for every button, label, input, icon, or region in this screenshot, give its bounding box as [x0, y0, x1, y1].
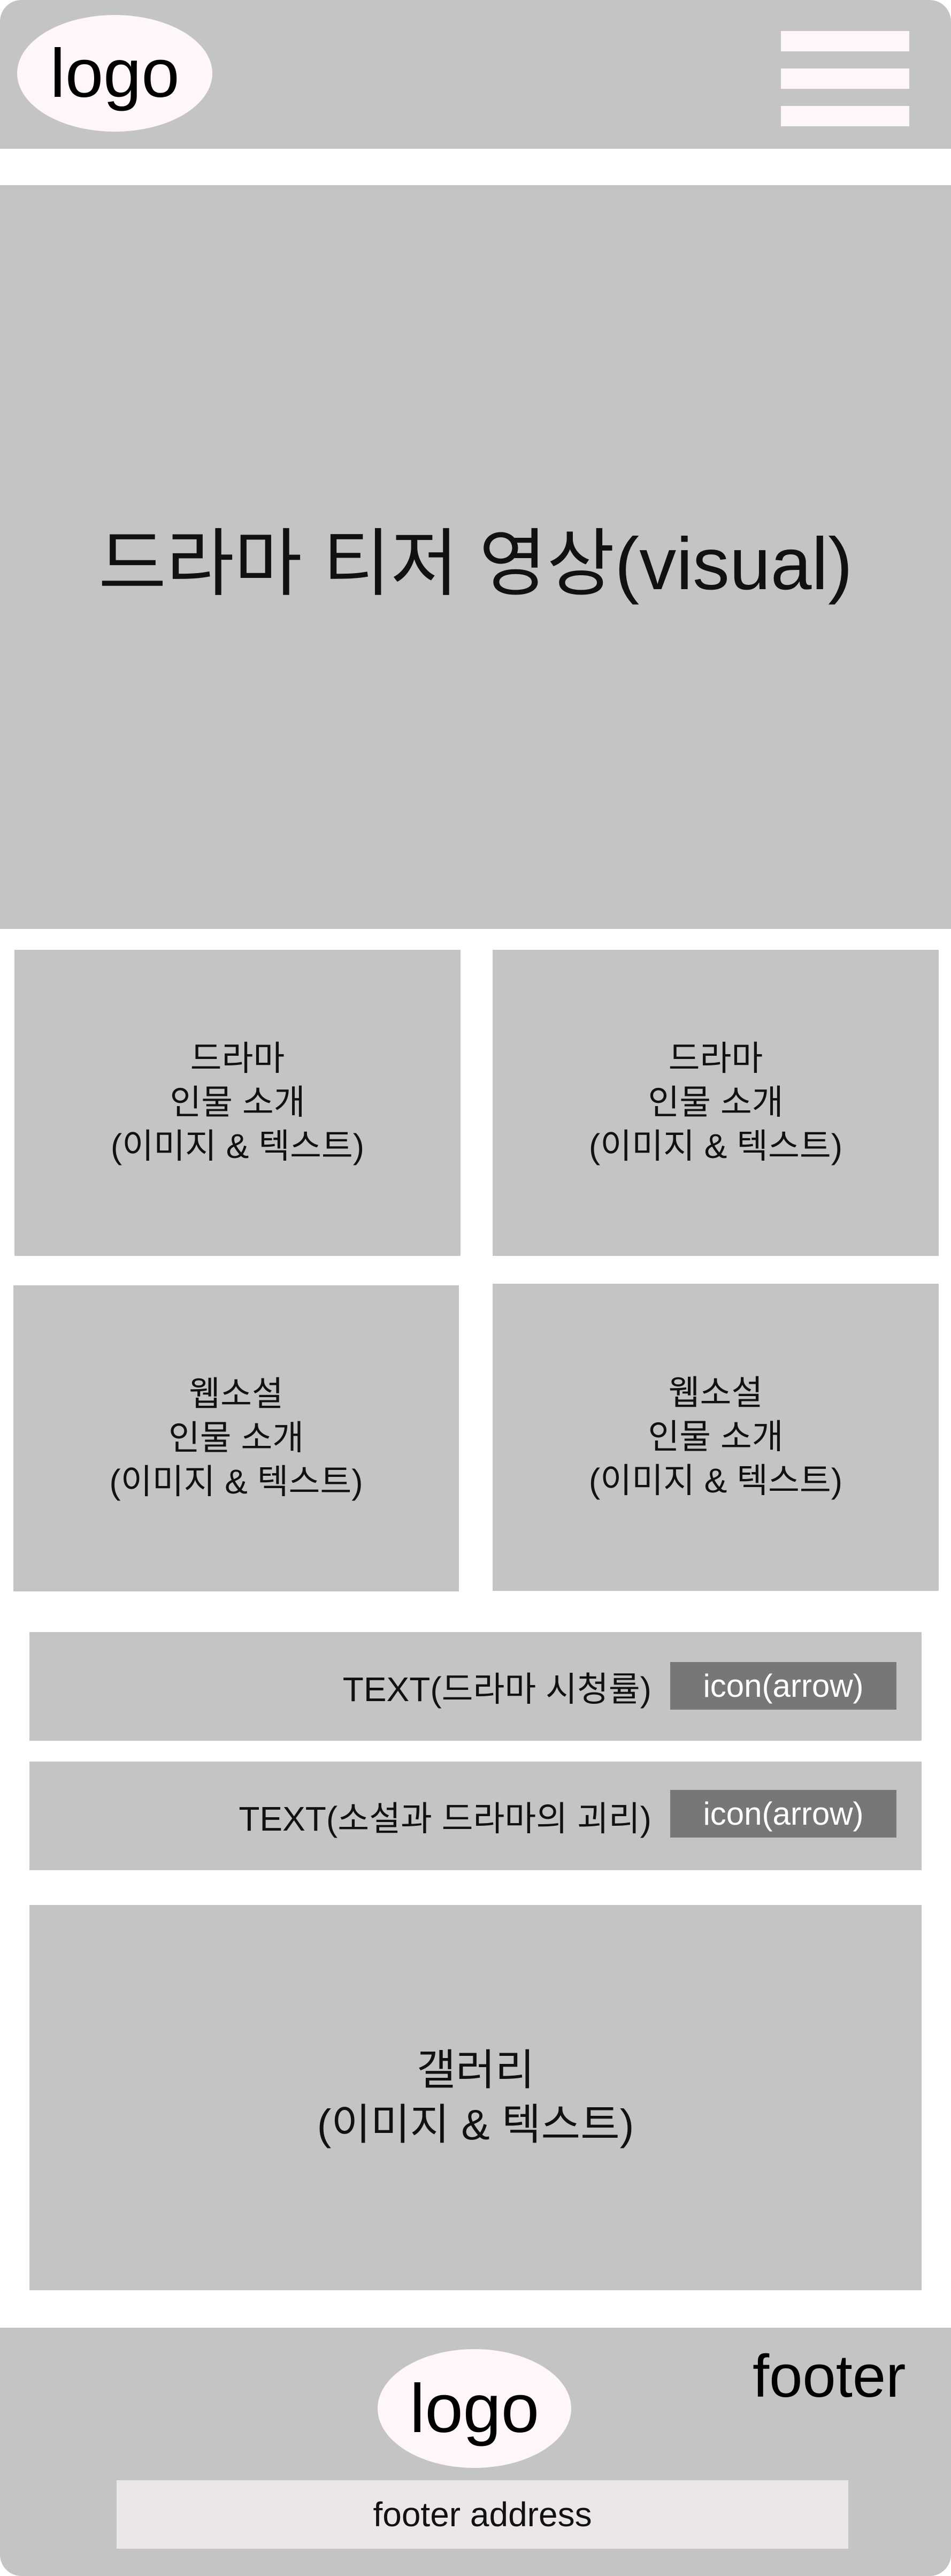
menu-bar — [781, 31, 909, 51]
hamburger-menu-icon[interactable] — [781, 31, 909, 126]
webnovel-character-card[interactable]: 웹소설 인물 소개 (이미지 & 텍스트) — [493, 1284, 939, 1591]
gallery[interactable]: 갤러리 (이미지 & 텍스트) — [29, 1905, 922, 2290]
arrow-icon-button[interactable]: icon(arrow) — [670, 1662, 896, 1710]
novel-drama-gap-text: TEXT(소설과 드라마의 괴리) — [239, 1799, 651, 1838]
footer: footer logo footer address — [0, 2328, 951, 2576]
drama-character-card[interactable]: 드라마 인물 소개 (이미지 & 텍스트) — [14, 950, 461, 1256]
ratings-row: TEXT(드라마 시청률) icon(arrow) — [29, 1632, 922, 1741]
novel-drama-gap-row: TEXT(소설과 드라마의 괴리) icon(arrow) — [29, 1762, 922, 1870]
visual-teaser-video[interactable]: 드라마 티저 영상(visual) — [0, 185, 951, 929]
drama-character-card[interactable]: 드라마 인물 소개 (이미지 & 텍스트) — [493, 950, 939, 1256]
footer-address: footer address — [117, 2480, 848, 2549]
ratings-text: TEXT(드라마 시청률) — [342, 1670, 651, 1709]
webnovel-character-card[interactable]: 웹소설 인물 소개 (이미지 & 텍스트) — [13, 1285, 459, 1591]
header-logo[interactable]: logo — [17, 15, 212, 132]
header: logo — [0, 0, 951, 149]
menu-bar — [781, 68, 909, 89]
arrow-icon-button[interactable]: icon(arrow) — [670, 1790, 896, 1838]
footer-label: footer — [753, 2343, 906, 2410]
footer-logo[interactable]: logo — [378, 2349, 571, 2468]
menu-bar — [781, 106, 909, 126]
